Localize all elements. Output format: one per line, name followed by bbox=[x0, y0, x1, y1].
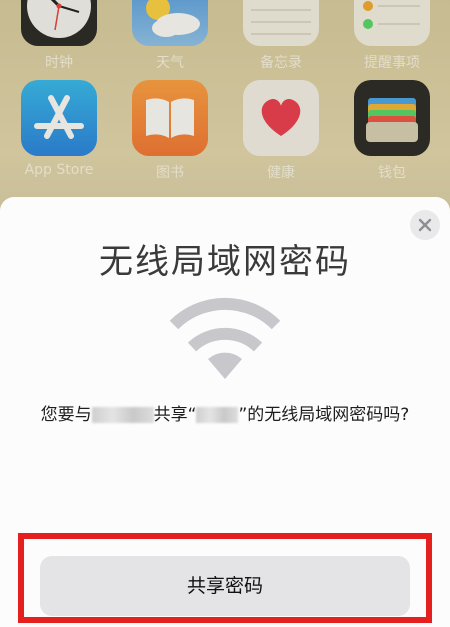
redacted-contact-name bbox=[91, 407, 154, 423]
share-message: 您要与 共享“ ”的无线局域网密码吗? bbox=[30, 402, 420, 428]
sheet-title: 无线局域网密码 bbox=[99, 242, 351, 282]
redacted-network-name bbox=[196, 407, 239, 423]
share-password-button[interactable]: 共享密码 bbox=[40, 556, 410, 616]
message-text: 您要与 bbox=[40, 405, 92, 425]
message-text: 共享“ bbox=[153, 405, 197, 425]
share-password-sheet: 无线局域网密码 您要与 共享“ ”的无线局域网密码吗? 共享密码 bbox=[0, 197, 450, 627]
wifi-icon bbox=[169, 297, 281, 379]
message-text: ”的无线局域网密码吗? bbox=[238, 405, 410, 425]
